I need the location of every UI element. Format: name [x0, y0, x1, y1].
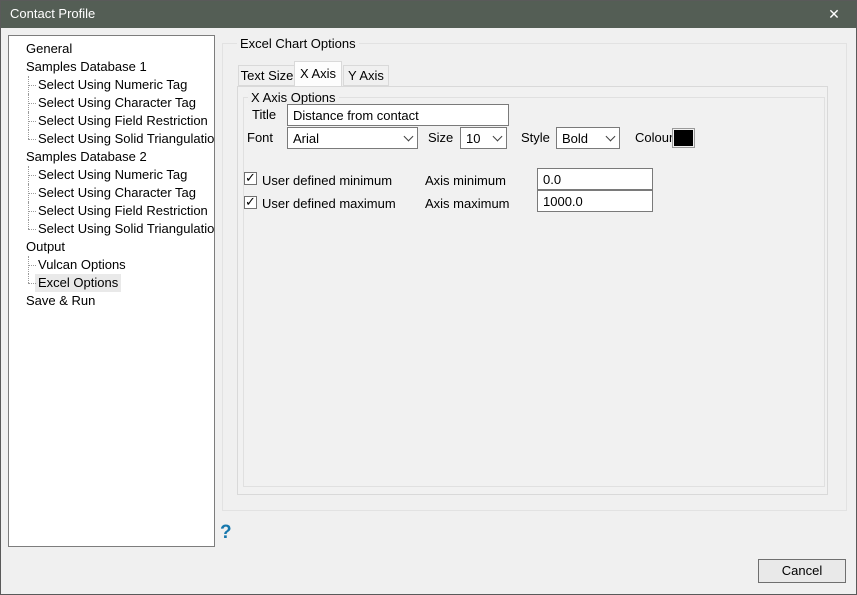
sidebar-item-select-field-restriction-2[interactable]: Select Using Field Restriction — [9, 202, 214, 220]
colour-label: Colour — [635, 127, 673, 149]
sidebar-item-general[interactable]: General — [9, 40, 214, 58]
user-defined-minimum-label: User defined minimum — [262, 173, 392, 188]
size-select[interactable]: 10 — [460, 127, 507, 149]
tree-connector — [28, 139, 36, 140]
tab-x-axis[interactable]: X Axis — [294, 61, 342, 86]
tab-text-size[interactable]: Text Size — [238, 65, 296, 86]
size-value: 10 — [466, 131, 480, 146]
tree-connector — [28, 229, 36, 230]
help-icon[interactable]: ? — [220, 522, 232, 544]
style-label: Style — [521, 127, 550, 149]
close-icon[interactable]: ✕ — [811, 0, 857, 28]
chevron-down-icon — [493, 131, 503, 141]
sidebar-item-select-solid-triangulation-1[interactable]: Select Using Solid Triangulation — [9, 130, 214, 148]
font-select[interactable]: Arial — [287, 127, 418, 149]
chevron-down-icon — [606, 131, 616, 141]
excel-chart-options-label: Excel Chart Options — [237, 36, 359, 51]
axis-minimum-input[interactable] — [537, 168, 653, 190]
axis-maximum-label: Axis maximum — [425, 196, 510, 211]
tab-y-axis[interactable]: Y Axis — [343, 65, 389, 86]
x-axis-options-label: X Axis Options — [248, 90, 339, 105]
x-axis-options-group: X Axis Options — [243, 97, 825, 487]
axis-minimum-label: Axis minimum — [425, 173, 506, 188]
settings-tree: General Samples Database 1 Select Using … — [8, 35, 215, 547]
tree-connector — [28, 274, 29, 283]
sidebar-item-excel-options[interactable]: Excel Options — [9, 274, 214, 292]
style-select[interactable]: Bold — [556, 127, 620, 149]
axis-maximum-input[interactable] — [537, 190, 653, 212]
sidebar-item-vulcan-options[interactable]: Vulcan Options — [9, 256, 214, 274]
user-defined-minimum-checkbox[interactable] — [244, 172, 257, 185]
sidebar-item-select-numeric-tag-1[interactable]: Select Using Numeric Tag — [9, 76, 214, 94]
tree-connector — [28, 85, 36, 86]
tree-connector — [28, 283, 36, 284]
tree-connector — [28, 121, 36, 122]
sidebar-item-samples-database-2[interactable]: Samples Database 2 — [9, 148, 214, 166]
contact-profile-dialog: Contact Profile ✕ General Samples Databa… — [0, 0, 857, 595]
size-label: Size — [428, 127, 453, 149]
tree-connector — [28, 175, 36, 176]
sidebar-item-select-character-tag-1[interactable]: Select Using Character Tag — [9, 94, 214, 112]
tree-connector — [28, 265, 36, 266]
font-label: Font — [247, 127, 273, 149]
font-value: Arial — [293, 131, 319, 146]
cancel-button[interactable]: Cancel — [758, 559, 846, 583]
title-bar: Contact Profile ✕ — [0, 0, 857, 28]
colour-swatch-fill — [674, 130, 693, 146]
sidebar-item-output[interactable]: Output — [9, 238, 214, 256]
sidebar-item-select-character-tag-2[interactable]: Select Using Character Tag — [9, 184, 214, 202]
user-defined-maximum-checkbox[interactable] — [244, 196, 257, 209]
style-value: Bold — [562, 131, 588, 146]
tree-connector — [28, 193, 36, 194]
user-defined-maximum-label: User defined maximum — [262, 196, 396, 211]
axis-title-input[interactable] — [287, 104, 509, 126]
tree-connector — [28, 103, 36, 104]
chevron-down-icon — [404, 131, 414, 141]
sidebar-item-select-solid-triangulation-2[interactable]: Select Using Solid Triangulation — [9, 220, 214, 238]
sidebar-item-save-and-run[interactable]: Save & Run — [9, 292, 214, 310]
sidebar-item-select-field-restriction-1[interactable]: Select Using Field Restriction — [9, 112, 214, 130]
colour-swatch[interactable] — [672, 128, 695, 148]
tree-connector — [28, 211, 36, 212]
title-label: Title — [252, 104, 276, 126]
sidebar-item-samples-database-1[interactable]: Samples Database 1 — [9, 58, 214, 76]
tree-connector — [28, 220, 29, 229]
window-title: Contact Profile — [10, 0, 95, 28]
tree-connector — [28, 130, 29, 139]
sidebar-item-select-numeric-tag-2[interactable]: Select Using Numeric Tag — [9, 166, 214, 184]
